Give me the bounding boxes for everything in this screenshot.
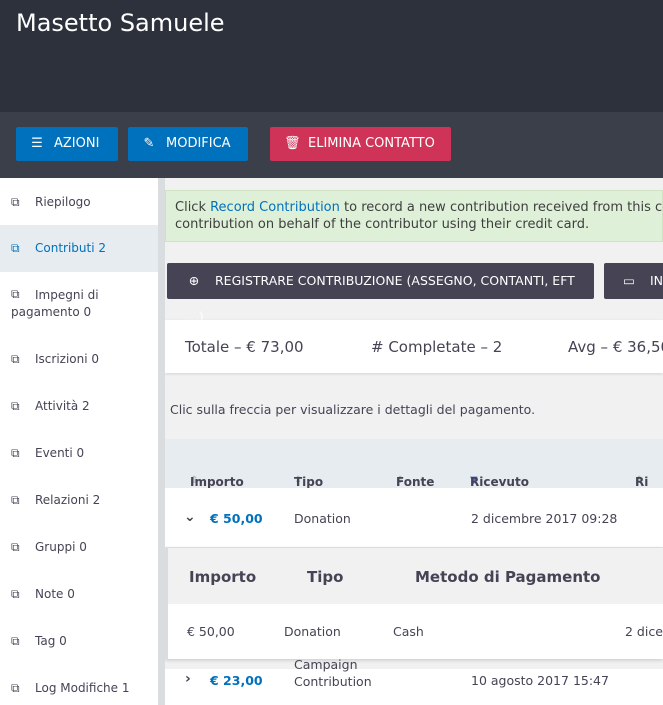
sidebar-item-label: Attività 2 xyxy=(35,399,90,413)
row-amount[interactable]: € 50,00 xyxy=(210,511,263,526)
column-label: Fonte xyxy=(396,475,435,489)
detail-date: 2 dicem xyxy=(625,624,663,639)
row-type-line2: Contribution xyxy=(294,674,372,689)
row-type: Donation xyxy=(294,511,351,526)
pencil-icon: ✎ xyxy=(143,136,155,151)
delete-contact-button[interactable]: 🗑 ELIMINA CONTATTO xyxy=(270,127,451,161)
sidebar-divider xyxy=(158,178,165,705)
sidebar-item-note[interactable]: ⧉ Note 0 xyxy=(0,569,158,616)
puzzle-icon: ⧉ xyxy=(11,634,20,648)
table-header: ⇕ Importo ⇕ Tipo ⇕ Fonte ▼ Ricevuto ⇕ Ri xyxy=(165,439,663,489)
stat-completed: # Completate – 2 xyxy=(371,338,503,356)
sidebar-item-label: Iscrizioni 0 xyxy=(35,352,100,366)
puzzle-icon: ⧉ xyxy=(11,587,20,601)
puzzle-icon: ⧉ xyxy=(11,195,20,209)
contact-page: Masetto Samuele ☰ AZIONI ✎ MODIFICA 🗑 EL… xyxy=(0,0,663,705)
sidebar-item-impegni[interactable]: ⧉ Impegni di pagamento 0 xyxy=(0,272,158,334)
contact-name: Masetto Samuele xyxy=(16,9,225,37)
info-alert: Click Record Contribution to record a ne… xyxy=(165,190,663,242)
table-row[interactable]: › € 23,00 Campaign Contribution 10 agost… xyxy=(165,657,663,705)
column-label: Importo xyxy=(190,475,244,489)
puzzle-icon: ⧉ xyxy=(11,493,20,507)
sidebar-item-label: Log Modifiche 1 xyxy=(35,681,130,695)
stat-average: Avg – € 36,50 xyxy=(568,338,663,356)
sidebar-item-label: Tag 0 xyxy=(35,634,67,648)
alert-text-2: to record a new contribution received fr… xyxy=(344,200,663,215)
contributions-table: ⇕ Importo ⇕ Tipo ⇕ Fonte ▼ Ricevuto ⇕ Ri ⌄ € … xyxy=(165,439,663,705)
actions-label: AZIONI xyxy=(54,136,100,151)
stat-total: Totale – € 73,00 xyxy=(185,338,304,356)
sidebar-item-label-line1: Impegni di xyxy=(35,288,99,302)
sidebar-item-label: Gruppi 0 xyxy=(35,540,87,554)
record-contribution-label: REGISTRARE CONTRIBUZIONE (ASSEGNO, CONTA… xyxy=(187,273,575,324)
row-received: 10 agosto 2017 15:47 xyxy=(471,673,609,688)
detail-method: Cash xyxy=(393,624,424,639)
sidebar-item-iscrizioni[interactable]: ⧉ Iscrizioni 0 xyxy=(0,334,158,381)
sidebar-item-tag[interactable]: ⧉ Tag 0 xyxy=(0,616,158,663)
contribution-stats: Totale – € 73,00 # Completate – 2 Avg – … xyxy=(165,320,663,373)
actions-button[interactable]: ☰ AZIONI xyxy=(16,127,118,161)
column-label: Ri xyxy=(635,475,649,489)
credit-card-label: IN xyxy=(649,273,663,288)
edit-label: MODIFICA xyxy=(166,136,231,151)
bars-icon: ☰ xyxy=(31,136,43,151)
puzzle-icon: ⧉ xyxy=(11,540,20,554)
puzzle-icon: ⧉ xyxy=(11,681,20,695)
record-contribution-link[interactable]: Record Contribution xyxy=(210,200,340,215)
puzzle-icon: ⧉ xyxy=(11,352,20,366)
trash-icon: 🗑 xyxy=(284,136,301,151)
detail-header-importo: Importo xyxy=(189,568,257,586)
payment-details-row: € 50,00 Donation Cash 2 dicem xyxy=(168,604,663,659)
help-text: Clic sulla freccia per visualizzare i de… xyxy=(170,402,536,417)
puzzle-icon: ⧉ xyxy=(11,446,20,460)
credit-card-contribution-button[interactable]: ▭ IN xyxy=(604,263,663,299)
main-content: Click Record Contribution to record a ne… xyxy=(165,178,663,705)
detail-type: Donation xyxy=(284,624,341,639)
column-label: Tipo xyxy=(294,475,324,489)
record-contribution-button[interactable]: ⊕ REGISTRARE CONTRIBUZIONE (ASSEGNO, CON… xyxy=(167,263,594,324)
sidebar-item-label: Relazioni 2 xyxy=(35,493,101,507)
column-label: Ricevuto xyxy=(470,475,529,489)
sidebar-item-label: Eventi 0 xyxy=(35,446,85,460)
alert-text-1: Click xyxy=(175,200,211,215)
payment-details: Importo Tipo Metodo di Pagamento € 50,00… xyxy=(165,548,663,659)
sidebar-item-contributi[interactable]: ⧉ Contributi 2 xyxy=(0,225,158,272)
detail-header-metodo: Metodo di Pagamento xyxy=(415,568,601,586)
row-amount[interactable]: € 23,00 xyxy=(210,673,263,688)
alert-line-2: contribution on behalf of the contributo… xyxy=(175,217,590,232)
chevron-down-icon[interactable]: ⌄ xyxy=(184,509,196,525)
delete-label: ELIMINA CONTATTO xyxy=(308,136,435,151)
sidebar-item-riepilogo[interactable]: ⧉ Riepilogo xyxy=(0,178,158,225)
sidebar-item-label: Riepilogo xyxy=(35,195,91,209)
row-received: 2 dicembre 2017 09:28 xyxy=(471,511,618,526)
plus-circle-icon: ⊕ xyxy=(188,273,200,288)
puzzle-icon: ⧉ xyxy=(11,287,20,301)
action-bar: ☰ AZIONI ✎ MODIFICA 🗑 ELIMINA CONTATTO xyxy=(0,112,663,178)
sidebar-item-relazioni[interactable]: ⧉ Relazioni 2 xyxy=(0,475,158,522)
sidebar-item-label-line2: pagamento 0 xyxy=(11,305,92,319)
edit-button[interactable]: ✎ MODIFICA xyxy=(128,127,248,161)
contact-header: Masetto Samuele xyxy=(0,0,663,112)
puzzle-icon: ⧉ xyxy=(11,241,20,255)
sidebar: ⧉ Riepilogo ⧉ Contributi 2 ⧉ Impegni di … xyxy=(0,178,158,705)
payment-details-header: Importo Tipo Metodo di Pagamento xyxy=(168,548,663,604)
row-type-line1: Campaign xyxy=(294,657,358,672)
sidebar-item-gruppi[interactable]: ⧉ Gruppi 0 xyxy=(0,522,158,569)
table-row[interactable]: ⌄ € 50,00 Donation 2 dicembre 2017 09:28 xyxy=(165,488,663,548)
sidebar-item-label: Note 0 xyxy=(35,587,75,601)
puzzle-icon: ⧉ xyxy=(11,399,20,413)
sidebar-item-log-modifiche[interactable]: ⧉ Log Modifiche 1 xyxy=(0,663,158,705)
sidebar-item-eventi[interactable]: ⧉ Eventi 0 xyxy=(0,428,158,475)
credit-card-icon: ▭ xyxy=(623,273,635,288)
chevron-right-icon[interactable]: › xyxy=(185,671,191,687)
detail-header-tipo: Tipo xyxy=(307,568,344,586)
sidebar-item-attivita[interactable]: ⧉ Attività 2 xyxy=(0,381,158,428)
sidebar-item-label: Contributi 2 xyxy=(35,241,107,255)
alert-line-1: Click Record Contribution to record a ne… xyxy=(175,199,663,216)
detail-amount: € 50,00 xyxy=(187,624,235,639)
